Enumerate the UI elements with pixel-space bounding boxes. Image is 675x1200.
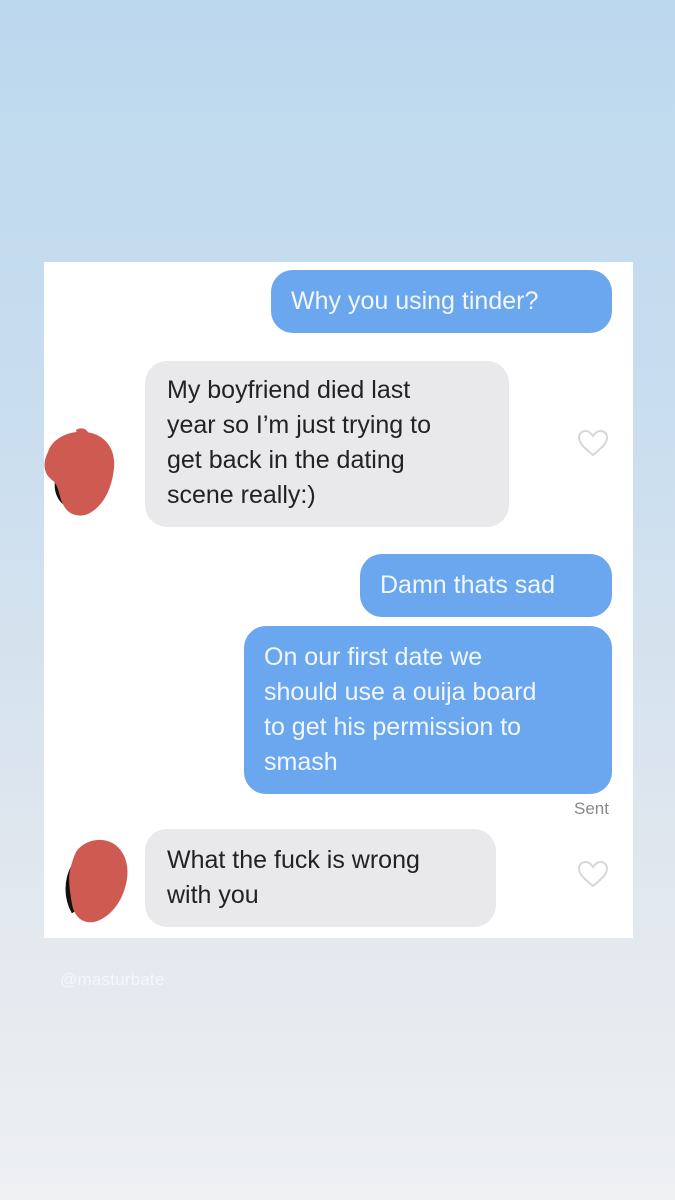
message-bubble-outgoing: On our first date we should use a ouija … — [244, 626, 612, 794]
avatar-redacted — [56, 836, 130, 932]
watermark-handle: @masturbate — [60, 970, 165, 989]
heart-outline-icon[interactable] — [576, 428, 610, 458]
sent-status-label: Sent — [574, 799, 609, 818]
message-bubble-incoming: What the fuck is wrong with you — [145, 829, 496, 927]
message-bubble-outgoing: Why you using tinder? — [271, 270, 612, 333]
heart-outline-icon[interactable] — [576, 859, 610, 889]
message-bubble-incoming: My boyfriend died last year so I’m just … — [145, 361, 509, 527]
avatar-redacted — [42, 428, 116, 524]
chat-screenshot-card: Why you using tinder? My boyfriend died … — [44, 262, 633, 938]
message-bubble-outgoing: Damn thats sad — [360, 554, 612, 617]
